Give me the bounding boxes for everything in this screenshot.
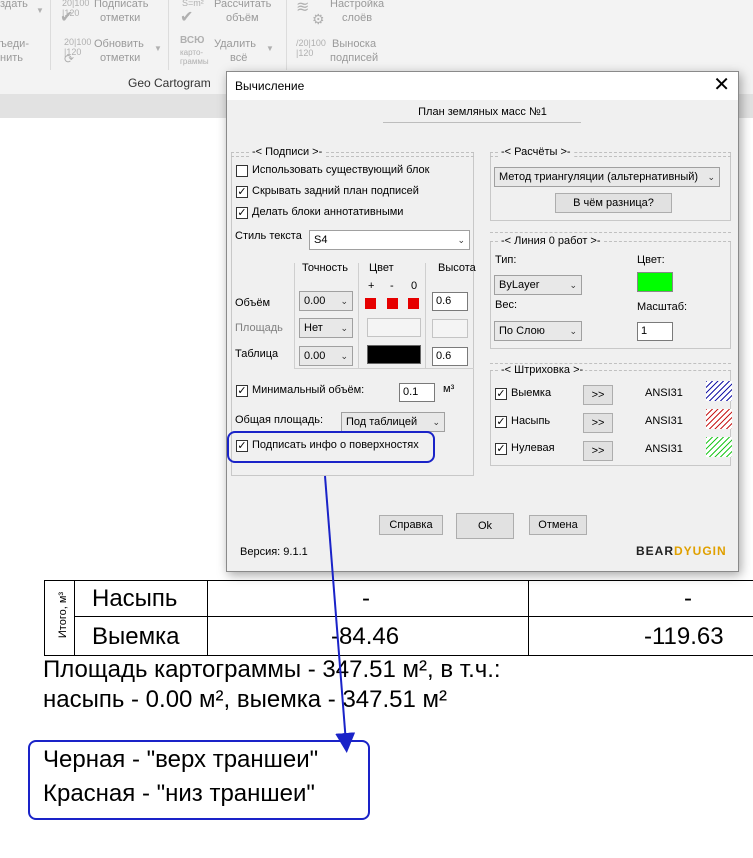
pointer-arrow bbox=[324, 475, 356, 753]
